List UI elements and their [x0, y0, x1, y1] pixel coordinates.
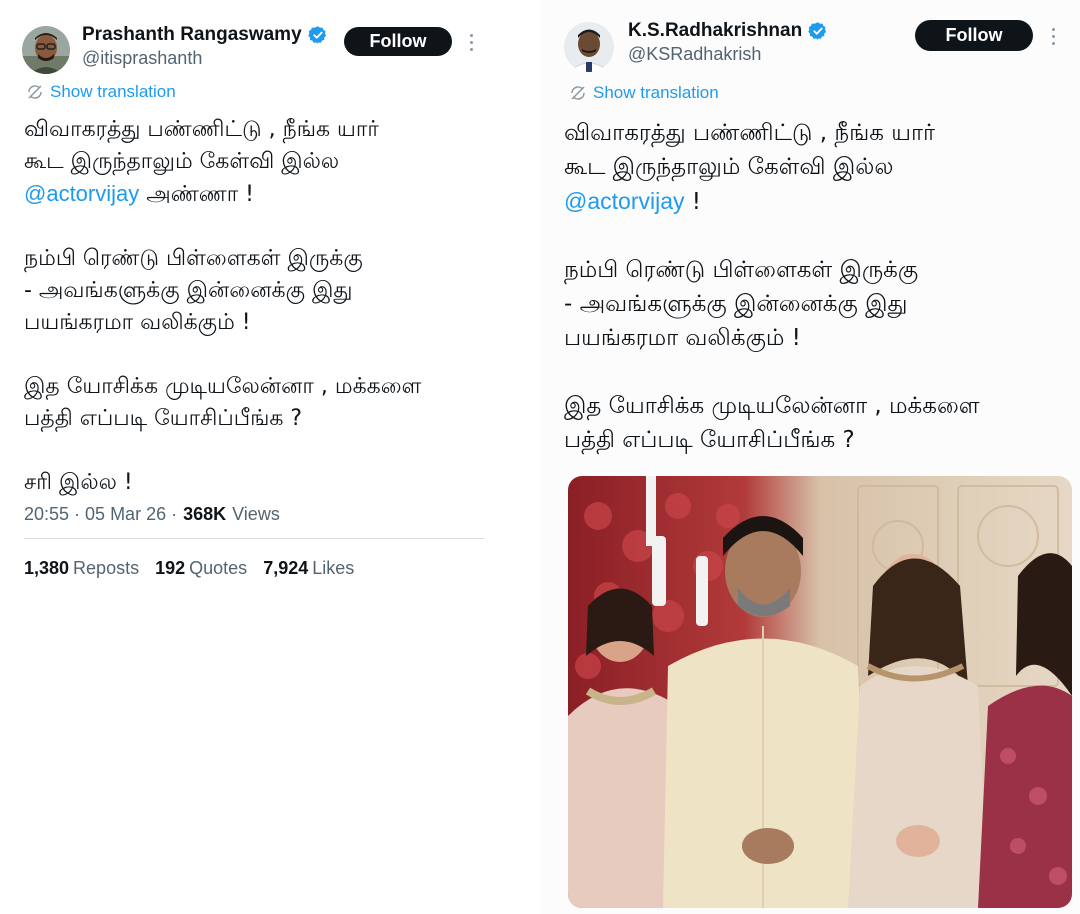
verified-badge-icon — [307, 26, 326, 44]
text-line: நம்பி ரெண்டு பிள்ளைகள் இருக்கு — [564, 257, 919, 283]
views-label: Views — [232, 504, 280, 524]
handle[interactable]: @KSRadhakrish — [628, 44, 761, 65]
more-options-icon[interactable] — [468, 34, 474, 51]
timestamp[interactable]: 20:55 · 05 Mar 26 · — [24, 504, 177, 525]
tweet-text: விவாகரத்து பண்ணிட்டு , நீங்க யார் கூட இர… — [24, 114, 524, 499]
text-line: கூட இருந்தாலும் கேள்வி இல்ல — [564, 154, 894, 180]
reposts-stat[interactable]: 1,380 Reposts — [24, 558, 139, 579]
text-line: விவாகரத்து பண்ணிட்டு , நீங்க யார் — [564, 120, 936, 146]
text-line: - அவங்களுக்கு இன்னைக்கு இது — [24, 278, 353, 303]
likes-count: 7,924 — [263, 558, 309, 578]
follow-button[interactable]: Follow — [915, 20, 1033, 51]
text-line: பத்தி எப்படி யோசிப்பீங்க ? — [24, 406, 303, 431]
show-translation-link[interactable]: Show translation — [569, 83, 719, 103]
mention-link[interactable]: @actorvijay — [24, 181, 139, 206]
tweet-meta: 20:55 · 05 Mar 26 · 368K Views — [24, 504, 280, 525]
photo-image — [568, 476, 1072, 908]
quotes-label: Quotes — [189, 558, 248, 578]
text-line: - அவங்களுக்கு இன்னைக்கு இது — [564, 291, 908, 317]
display-name[interactable]: Prashanth Rangaswamy — [82, 24, 302, 46]
avatar[interactable] — [22, 26, 70, 74]
show-translation-label: Show translation — [50, 82, 176, 101]
reposts-label: Reposts — [73, 558, 140, 578]
more-options-icon[interactable] — [1050, 28, 1056, 45]
tweet-text: விவாகரத்து பண்ணிட்டு , நீங்க யார் கூட இர… — [564, 116, 1064, 457]
text-line: ! — [684, 189, 702, 215]
quotes-stat[interactable]: 192 Quotes — [155, 558, 247, 579]
likes-stat[interactable]: 7,924 Likes — [263, 558, 354, 579]
show-translation-link[interactable]: Show translation — [26, 82, 176, 102]
text-line: இத யோசிக்க முடியலேன்னா , மக்களை — [24, 374, 422, 399]
likes-label: Likes — [312, 558, 355, 578]
text-line: அண்ணா ! — [139, 182, 255, 207]
text-line: நம்பி ரெண்டு பிள்ளைகள் இருக்கு — [24, 246, 363, 271]
mention-link[interactable]: @actorvijay — [564, 188, 685, 214]
divider — [24, 538, 484, 539]
verified-badge-icon — [808, 22, 827, 40]
translate-icon — [571, 86, 585, 100]
avatar[interactable] — [564, 22, 614, 72]
text-line: சரி இல்ல ! — [24, 470, 133, 495]
text-line: பயங்கரமா வலிக்கும் ! — [564, 325, 801, 351]
tweet-right: K.S.Radhakrishnan @KSRadhakrish Follow S… — [540, 0, 1080, 914]
handle[interactable]: @itisprashanth — [82, 48, 202, 69]
text-line: பயங்கரமா வலிக்கும் ! — [24, 310, 251, 335]
follow-button[interactable]: Follow — [344, 27, 452, 56]
reposts-count: 1,380 — [24, 558, 70, 578]
tweet-left: Prashanth Rangaswamy @itisprashanth Foll… — [0, 0, 540, 914]
engagement-stats: 1,380 Reposts 192 Quotes 7,924 Likes — [24, 558, 354, 579]
attached-photo[interactable] — [568, 476, 1072, 908]
text-line: கூட இருந்தாலும் கேள்வி இல்ல — [24, 149, 340, 174]
views-count: 368K — [183, 504, 227, 524]
text-line: விவாகரத்து பண்ணிட்டு , நீங்க யார் — [24, 117, 379, 142]
translate-icon — [28, 85, 42, 99]
text-line: பத்தி எப்படி யோசிப்பீங்க ? — [564, 427, 855, 453]
show-translation-label: Show translation — [593, 83, 719, 102]
quotes-count: 192 — [155, 558, 186, 578]
display-name[interactable]: K.S.Radhakrishnan — [628, 20, 802, 42]
text-line: இத யோசிக்க முடியலேன்னா , மக்களை — [564, 393, 980, 419]
